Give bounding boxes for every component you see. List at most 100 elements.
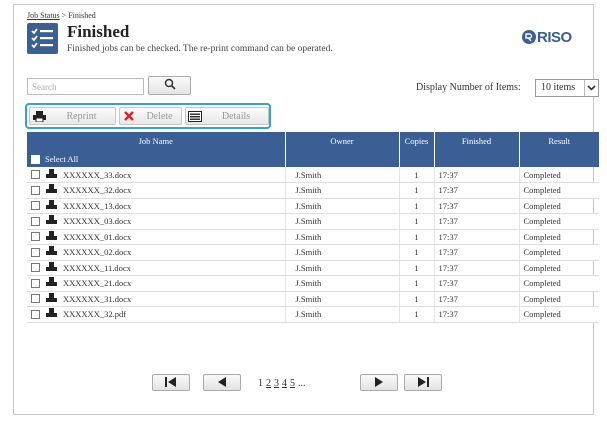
page-number-link[interactable]: 1: [258, 378, 263, 389]
job-name: XXXXXX_01.docx: [63, 231, 132, 242]
job-finished-time: 17:37: [434, 213, 520, 230]
delete-label: Delete: [146, 110, 173, 122]
printer-icon: [30, 110, 48, 122]
select-all-checkbox[interactable]: [31, 154, 40, 164]
breadcrumb-link-job-status[interactable]: Job Status: [27, 11, 60, 20]
job-owner: J.Smith: [285, 198, 400, 214]
table-row[interactable]: XXXXXX_21.docx J.Smith 1 17:37 Completed: [27, 275, 599, 292]
column-header-job-name[interactable]: Job Name Select All: [27, 132, 286, 167]
table-row[interactable]: XXXXXX_11.docx J.Smith 1 17:37 Completed: [27, 260, 599, 276]
reprint-label: Reprint: [66, 110, 97, 122]
jobs-table: Job Name Select All Owner Copies Finishe…: [27, 132, 599, 323]
last-page-button[interactable]: [404, 374, 442, 391]
row-checkbox[interactable]: [31, 170, 40, 179]
row-checkbox[interactable]: [31, 216, 40, 226]
job-copies: 1: [399, 306, 435, 323]
job-finished-time: 17:37: [434, 198, 520, 214]
job-result: Completed: [519, 198, 599, 214]
job-name: XXXXXX_31.docx: [63, 293, 132, 304]
job-owner: J.Smith: [285, 306, 400, 323]
job-copies: 1: [399, 213, 435, 230]
details-button[interactable]: Details: [185, 107, 269, 125]
document-printer-icon: [46, 246, 57, 258]
document-printer-icon: [46, 292, 57, 305]
job-owner: J.Smith: [285, 244, 400, 261]
job-name: XXXXXX_32.pdf: [63, 309, 127, 320]
page-number-link[interactable]: 3: [274, 378, 279, 389]
reprint-button[interactable]: Reprint: [29, 107, 116, 125]
column-header-result[interactable]: Result: [519, 132, 599, 167]
breadcrumb-separator: >: [61, 11, 67, 20]
job-result: Completed: [519, 229, 599, 245]
job-name: XXXXXX_32.docx: [63, 185, 132, 196]
page-subtitle: Finished jobs can be checked. The re-pri…: [67, 44, 333, 54]
column-header-owner[interactable]: Owner: [285, 132, 400, 167]
job-finished-time: 17:37: [434, 244, 520, 261]
display-number-select[interactable]: 10 items: [535, 79, 599, 97]
last-page-icon: [417, 374, 429, 392]
document-printer-icon: [46, 230, 57, 243]
row-checkbox[interactable]: [31, 294, 40, 304]
page-number-link[interactable]: 2: [266, 378, 271, 389]
checklist-icon: [27, 23, 58, 54]
row-checkbox[interactable]: [31, 247, 40, 257]
page-number-link[interactable]: 5: [290, 378, 295, 389]
display-number-value: 10 items: [541, 82, 576, 93]
document-printer-icon: [46, 184, 57, 196]
list-details-icon: [186, 110, 204, 122]
row-checkbox[interactable]: [31, 232, 40, 242]
document-printer-icon: [46, 308, 57, 320]
job-name: XXXXXX_33.docx: [63, 169, 132, 180]
row-checkbox[interactable]: [31, 278, 40, 288]
job-finished-time: 17:37: [434, 291, 520, 307]
job-name: XXXXXX_11.docx: [63, 262, 131, 273]
job-copies: 1: [399, 244, 435, 261]
page-ellipsis: ...: [298, 378, 306, 389]
job-owner: J.Smith: [285, 213, 400, 230]
job-copies: 1: [399, 167, 435, 183]
select-all[interactable]: Select All: [31, 154, 78, 164]
job-owner: J.Smith: [285, 167, 400, 183]
page-number-link[interactable]: 4: [282, 378, 287, 389]
job-result: Completed: [519, 260, 599, 276]
chevron-down-icon: [584, 80, 598, 96]
previous-page-button[interactable]: [203, 374, 241, 391]
job-finished-time: 17:37: [434, 260, 520, 276]
document-printer-icon: [46, 277, 57, 289]
row-checkbox[interactable]: [31, 309, 40, 319]
svg-text:RISO: RISO: [537, 29, 573, 46]
table-row[interactable]: XXXXXX_13.docx J.Smith 1 17:37 Completed: [27, 198, 599, 214]
job-owner: J.Smith: [285, 275, 400, 292]
search-icon: [164, 77, 176, 95]
job-owner: J.Smith: [285, 229, 400, 245]
next-page-button[interactable]: [360, 374, 398, 391]
table-row[interactable]: XXXXXX_01.docx J.Smith 1 17:37 Completed: [27, 229, 599, 245]
column-header-finished[interactable]: Finished: [434, 132, 520, 167]
table-row[interactable]: XXXXXX_32.pdf J.Smith 1 17:37 Completed: [27, 306, 599, 323]
select-all-label: Select All: [45, 154, 79, 164]
table-row[interactable]: XXXXXX_32.docx J.Smith 1 17:37 Completed: [27, 182, 599, 199]
table-row[interactable]: XXXXXX_33.docx J.Smith 1 17:37 Completed: [27, 167, 599, 183]
delete-button[interactable]: Delete: [119, 107, 182, 125]
document-printer-icon: [46, 199, 57, 212]
search-button[interactable]: [148, 76, 191, 95]
job-copies: 1: [399, 291, 435, 307]
table-row[interactable]: XXXXXX_31.docx J.Smith 1 17:37 Completed: [27, 291, 599, 307]
job-finished-time: 17:37: [434, 182, 520, 199]
first-page-button[interactable]: [152, 374, 190, 391]
row-checkbox[interactable]: [31, 201, 40, 211]
column-header-copies[interactable]: Copies: [399, 132, 435, 167]
job-name: XXXXXX_21.docx: [63, 278, 132, 289]
table-row[interactable]: XXXXXX_03.docx J.Smith 1 17:37 Completed: [27, 213, 599, 230]
document-printer-icon: [46, 261, 57, 274]
row-checkbox[interactable]: [31, 185, 40, 195]
job-copies: 1: [399, 275, 435, 292]
job-finished-time: 17:37: [434, 306, 520, 323]
job-finished-time: 17:37: [434, 275, 520, 292]
row-checkbox[interactable]: [31, 263, 40, 273]
breadcrumb-current: Finished: [68, 11, 96, 20]
job-copies: 1: [399, 260, 435, 276]
job-name: XXXXXX_02.docx: [63, 247, 132, 258]
table-row[interactable]: XXXXXX_02.docx J.Smith 1 17:37 Completed: [27, 244, 599, 261]
search-input[interactable]: [27, 78, 144, 95]
